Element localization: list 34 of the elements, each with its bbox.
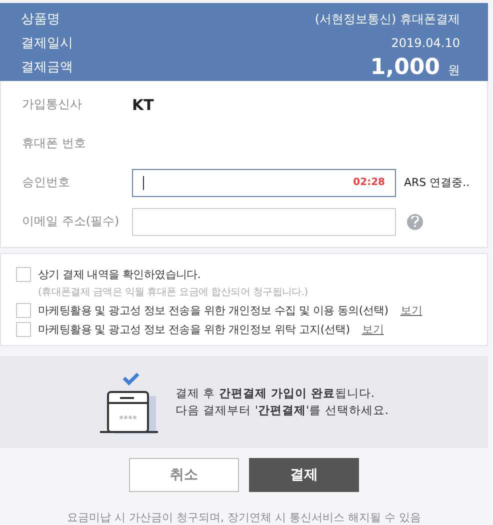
help-icon[interactable] — [407, 214, 423, 230]
pay-button[interactable]: 결제 — [249, 458, 359, 492]
info-text: 결제 후 간편결제 가입이 완료됩니다. — [176, 386, 376, 401]
countdown-timer: 02:28 — [353, 177, 385, 188]
amount-value: 1,000 — [370, 54, 440, 80]
view-link[interactable]: 보기 — [362, 322, 384, 336]
info-text: 다음 결제부터 '간편결제'를 선택하세요. — [176, 403, 388, 418]
view-link[interactable]: 보기 — [400, 302, 422, 318]
phone-icon — [100, 391, 158, 434]
masked-code: **** — [118, 415, 137, 425]
checkbox[interactable] — [16, 266, 31, 282]
footer-notice: 요금미납 시 가산금이 청구되며, 장기연체 시 통신서비스 해지될 수 있음 — [66, 510, 422, 525]
field-label: 가입통신사 — [22, 96, 83, 113]
status-text: ARS 연결중.. — [404, 175, 470, 190]
checkmark-icon — [122, 372, 139, 386]
field-value: KT — [132, 96, 154, 114]
summary-value: 2019.04.10 — [391, 36, 460, 50]
input-field[interactable] — [132, 208, 396, 236]
cancel-button[interactable]: 취소 — [129, 458, 239, 492]
currency-unit: 원 — [448, 62, 460, 76]
agreement-note: (휴대폰결제 금액은 익월 휴대폰 요금에 합산되어 청구됩니다.) — [38, 286, 309, 299]
field-label: 승인번호 — [22, 174, 71, 191]
summary-label: 상품명 — [21, 11, 60, 28]
summary-value: (서현정보통신) 휴대폰결제 — [314, 10, 460, 28]
summary-label: 결제금액 — [21, 59, 73, 76]
input-field[interactable]: 02:28 — [132, 168, 396, 196]
agreement-text: 마케팅활용 및 광고성 정보 전송을 위한 개인정보 위탁 고지(선택) — [38, 322, 350, 336]
summary-label: 결제일시 — [21, 35, 73, 52]
checkbox[interactable] — [16, 322, 31, 336]
agreement-text: 상기 결제 내역을 확인하였습니다. — [38, 266, 201, 282]
agreement-text: 마케팅활용 및 광고성 정보 전송을 위한 개인정보 수집 및 이용 동의(선택) — [38, 302, 388, 318]
field-label: 휴대폰 번호 — [22, 135, 87, 152]
checkbox[interactable] — [16, 302, 31, 318]
field-label: 이메일 주소(필수) — [22, 213, 120, 230]
